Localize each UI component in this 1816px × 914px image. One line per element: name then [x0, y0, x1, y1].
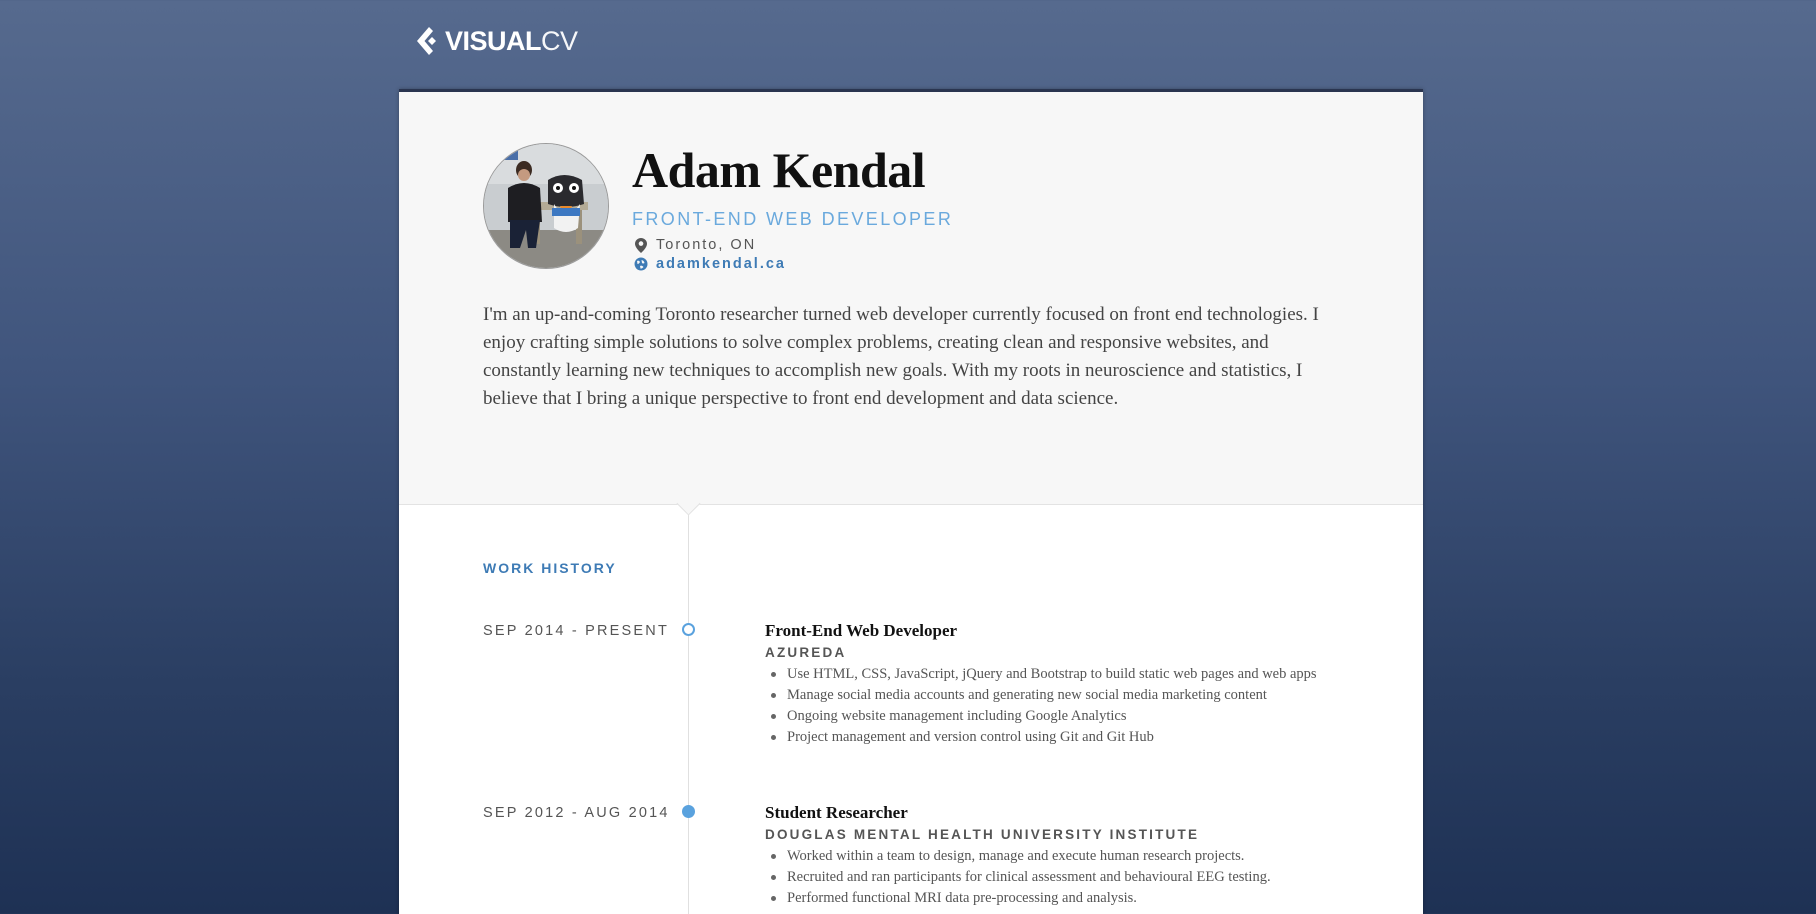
resume-card: Adam Kendal FRONT-END WEB DEVELOPER Toro…	[399, 89, 1423, 914]
location-text: Toronto, ON	[656, 237, 757, 253]
timeline-dot	[682, 805, 695, 818]
globe-icon	[634, 256, 648, 272]
work-history-heading: WORK HISTORY	[483, 560, 617, 576]
job-company: AZUREDA	[765, 645, 847, 660]
job-bullets: Worked within a team to design, manage a…	[765, 846, 1271, 909]
profile-avatar	[483, 143, 609, 269]
timeline-line	[688, 504, 689, 914]
job-company: DOUGLAS MENTAL HEALTH UNIVERSITY INSTITU…	[765, 827, 1200, 842]
job-bullet: Worked within a team to design, manage a…	[765, 846, 1271, 867]
timeline-dot-current	[682, 623, 695, 636]
job-dates: SEP 2014 - PRESENT	[483, 623, 670, 639]
job-title: Front-End Web Developer	[765, 621, 958, 640]
profile-location: Toronto, ON	[634, 237, 756, 253]
job-bullet: Project management and version control u…	[765, 727, 1317, 748]
job-bullet: Performed functional MRI data pre-proces…	[765, 888, 1271, 909]
job-bullet: Use HTML, CSS, JavaScript, jQuery and Bo…	[765, 664, 1317, 685]
profile-title: FRONT-END WEB DEVELOPER	[632, 209, 954, 229]
profile-bio: I'm an up-and-coming Toronto researcher …	[483, 304, 1319, 409]
job-dates: SEP 2012 - AUG 2014	[483, 805, 670, 821]
map-pin-icon	[634, 237, 648, 253]
website-link[interactable]: adamkendal.ca	[656, 256, 786, 272]
job-bullet: Ongoing website management including Goo…	[765, 706, 1317, 727]
job-bullet: Manage social media accounts and generat…	[765, 685, 1317, 706]
job-bullet: Recruited and ran participants for clini…	[765, 867, 1271, 888]
job-bullets: Use HTML, CSS, JavaScript, jQuery and Bo…	[765, 664, 1317, 748]
profile-name: Adam Kendal	[632, 142, 926, 198]
visualcv-logo-text: VISUALCV	[445, 26, 578, 56]
visualcv-logo[interactable]: VISUALCV	[415, 24, 578, 58]
profile-header: Adam Kendal FRONT-END WEB DEVELOPER Toro…	[399, 92, 1423, 505]
profile-website[interactable]: adamkendal.ca	[634, 256, 786, 272]
visualcv-logo-icon	[417, 27, 436, 55]
job-title: Student Researcher	[765, 803, 908, 822]
